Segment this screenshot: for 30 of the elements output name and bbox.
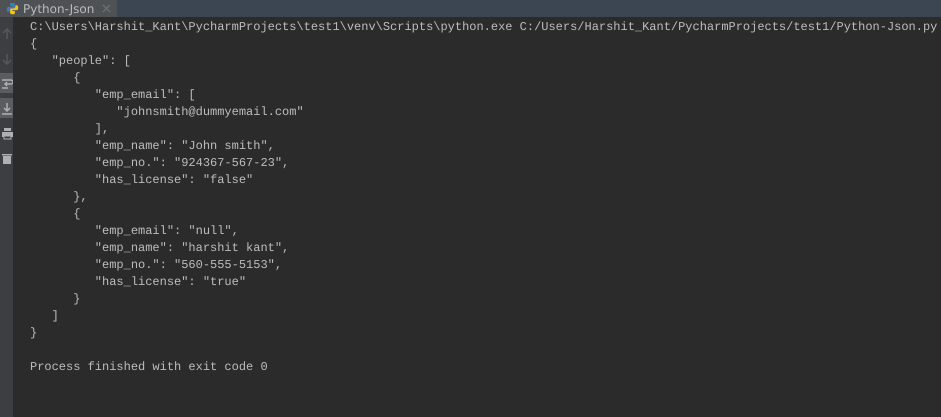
editor-tab[interactable]: Python-Json xyxy=(0,0,118,17)
console-line: { xyxy=(72,207,80,221)
console-line: "emp_no.": "924367-567-23", xyxy=(94,156,290,170)
console-line: "emp_no.": "560-555-5153", xyxy=(94,258,282,272)
console-line: "emp_email": "null", xyxy=(94,224,239,238)
wrap-button[interactable] xyxy=(0,73,13,93)
down-arrow-icon xyxy=(0,52,12,64)
up-arrow-icon xyxy=(0,26,12,40)
console-line: } xyxy=(30,326,38,340)
console-line: "emp_email": [ xyxy=(94,88,196,102)
close-icon[interactable] xyxy=(102,4,112,13)
console-line: ] xyxy=(50,309,59,323)
console-line: "has_license": "true" xyxy=(94,275,246,289)
console-line: }, xyxy=(72,190,88,204)
scroll-to-end-icon xyxy=(0,102,12,114)
console-line: "has_license": "false" xyxy=(94,173,254,187)
console-line: { xyxy=(30,37,38,51)
trash-icon xyxy=(0,152,12,164)
python-icon xyxy=(6,2,19,15)
console-line: ], xyxy=(94,122,110,136)
console-line: "emp_name": "harshit kant", xyxy=(94,241,290,255)
scroll-to-end-button[interactable] xyxy=(0,98,13,118)
console-line: "johnsmith@dummyemail.com" xyxy=(115,105,304,119)
console-line: C:\Users\Harshit_Kant\PycharmProjects\test1\venv\Scripts\python.exe C:/Users/Harshit_Kant/PycharmProjects/test1/Python-Json.py xyxy=(30,20,938,34)
console-line: "emp_name": "John smith", xyxy=(94,139,275,153)
console-line: { xyxy=(72,71,80,85)
wrap-icon xyxy=(0,76,12,90)
exit-message: Process finished with exit code 0 xyxy=(30,360,268,374)
console-line: "people": [ xyxy=(50,54,131,68)
console-line: } xyxy=(72,292,80,306)
